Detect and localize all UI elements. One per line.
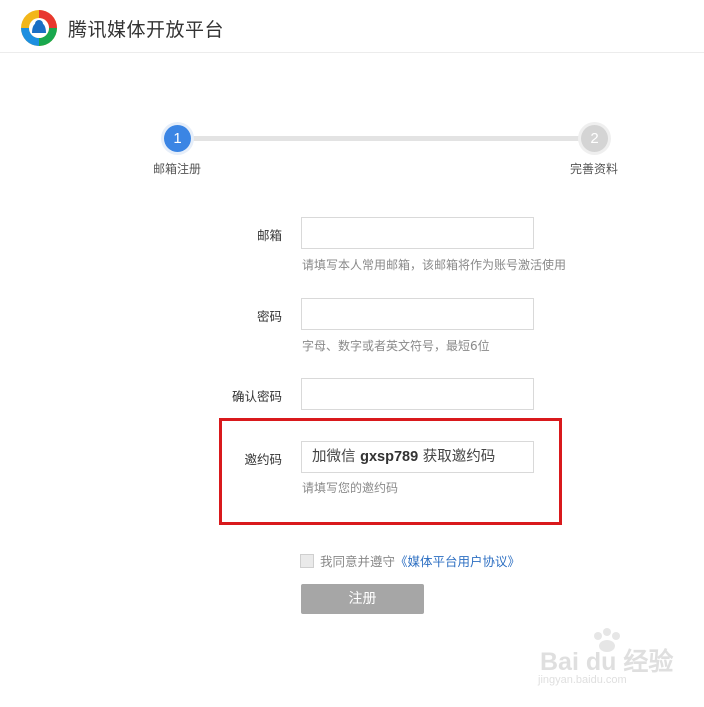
agreement-row: 我同意并遵守《媒体平台用户协议》 bbox=[300, 551, 520, 570]
tencent-media-logo-icon bbox=[21, 10, 57, 46]
agreement-checkbox[interactable] bbox=[300, 554, 314, 568]
step-progress-track bbox=[178, 136, 596, 141]
step-1-indicator: 1 bbox=[164, 125, 191, 152]
step-2-label: 完善资料 bbox=[570, 162, 619, 176]
password-hint: 字母、数字或者英文符号，最短6位 bbox=[302, 339, 490, 353]
watermark-subtext: jingyan.baidu.com bbox=[538, 674, 627, 686]
app-title: 腾讯媒体开放平台 bbox=[68, 19, 225, 41]
confirm-password-label: 确认密码 bbox=[231, 389, 282, 404]
agreement-text: 我同意并遵守 bbox=[320, 554, 396, 569]
user-agreement-link[interactable]: 《媒体平台用户协议》 bbox=[395, 554, 520, 569]
email-hint: 请填写本人常用邮箱，该邮箱将作为账号激活使用 bbox=[302, 258, 567, 272]
invite-code-highlight-frame bbox=[219, 418, 562, 525]
email-label: 邮箱 bbox=[256, 228, 282, 243]
step-1-label: 邮箱注册 bbox=[153, 162, 202, 176]
baidu-jingyan-watermark: Bai du 经验 jingyan.baidu.com bbox=[536, 626, 686, 696]
step-2-indicator: 2 bbox=[581, 125, 608, 152]
watermark-text: Bai du 经验 bbox=[540, 648, 674, 676]
register-button[interactable]: 注册 bbox=[301, 584, 424, 614]
email-field[interactable] bbox=[301, 217, 534, 249]
password-label: 密码 bbox=[256, 309, 282, 324]
header-bar: 腾讯媒体开放平台 bbox=[0, 0, 704, 53]
password-field[interactable] bbox=[301, 298, 534, 330]
confirm-password-field[interactable] bbox=[301, 378, 534, 410]
